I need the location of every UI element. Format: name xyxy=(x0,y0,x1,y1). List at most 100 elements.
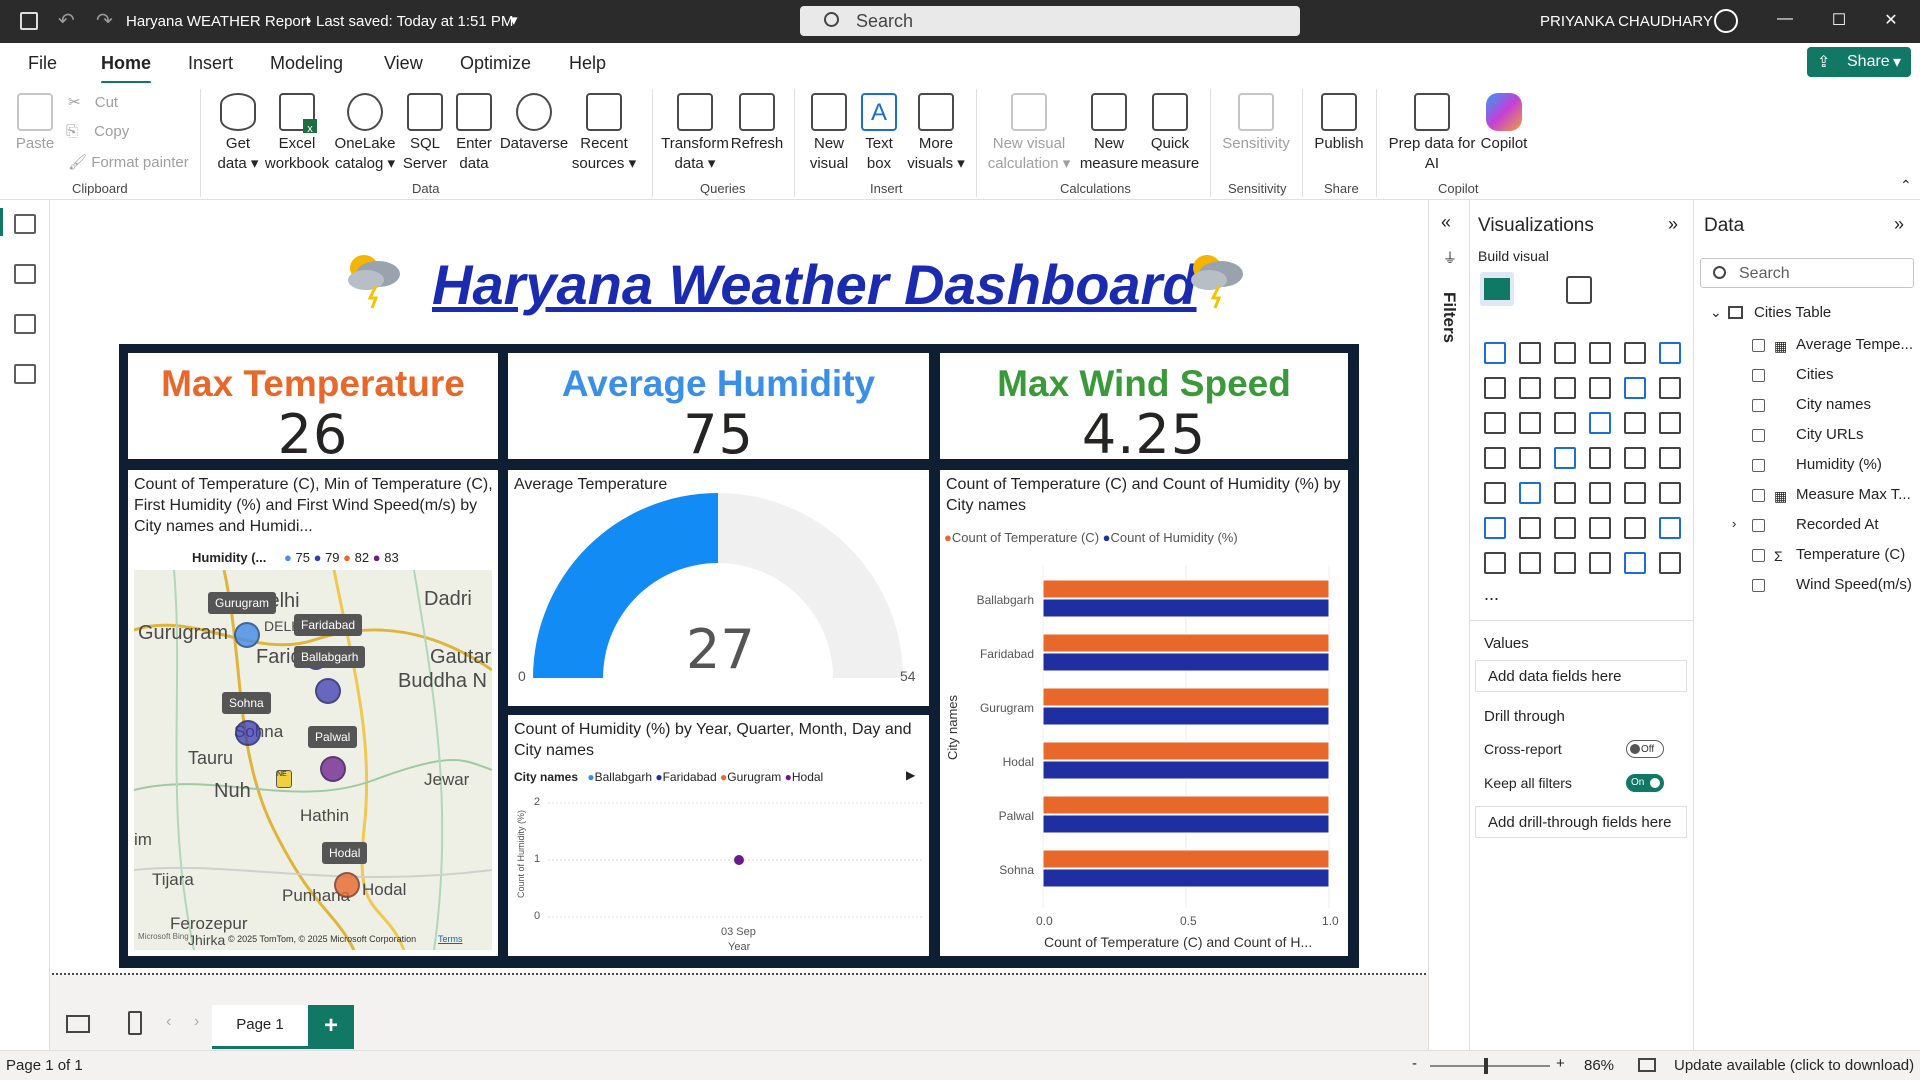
onelake-catalog-button[interactable]: OneLake catalog ▾ xyxy=(330,93,400,174)
treemap-visual-icon[interactable] xyxy=(1484,447,1506,469)
field-checkbox[interactable] xyxy=(1752,549,1765,562)
kpi-visual-icon[interactable] xyxy=(1519,482,1541,504)
line-clustered-visual-icon[interactable] xyxy=(1484,412,1506,434)
donut-visual-icon[interactable] xyxy=(1659,412,1681,434)
map-terms-link[interactable]: Terms xyxy=(438,934,463,944)
drill-through-drop-zone[interactable]: Add drill-through fields here xyxy=(1475,806,1687,838)
diamond-visual-icon[interactable] xyxy=(1624,552,1646,574)
field-recorded-at[interactable]: Recorded At xyxy=(1796,516,1879,533)
cut-button[interactable]: ✂ Cut xyxy=(68,93,118,111)
mobile-layout-icon[interactable] xyxy=(128,1011,142,1035)
stacked-area-visual-icon[interactable] xyxy=(1554,377,1576,399)
slicer-visual-icon[interactable] xyxy=(1554,482,1576,504)
paste-button[interactable]: Paste xyxy=(12,93,58,154)
kpi-max-temperature[interactable]: Max Temperature 26 xyxy=(128,353,498,465)
format-painter-button[interactable]: 🖌 Format painter xyxy=(68,153,189,171)
map-bubble-palwal[interactable] xyxy=(320,756,346,782)
funnel-visual-icon[interactable] xyxy=(1554,412,1576,434)
azure-map-visual-icon[interactable] xyxy=(1589,447,1611,469)
recent-sources-button[interactable]: Recent sources ▾ xyxy=(566,93,642,174)
tab-insert[interactable]: Insert xyxy=(188,53,233,74)
field-checkbox[interactable] xyxy=(1752,339,1765,352)
desktop-layout-icon[interactable] xyxy=(66,1015,90,1033)
search-input[interactable]: Search xyxy=(800,6,1300,36)
new-visual-button[interactable]: New visual xyxy=(804,93,854,174)
line-column-visual-icon[interactable] xyxy=(1659,377,1681,399)
narrative-visual-icon[interactable] xyxy=(1624,517,1646,539)
filled-map-visual-icon[interactable] xyxy=(1554,447,1576,469)
area-visual-icon[interactable] xyxy=(1519,377,1541,399)
ribbon-visual-icon[interactable] xyxy=(1589,377,1611,399)
chevron-down-icon[interactable]: ⌄ xyxy=(1710,304,1722,321)
map-visual-icon[interactable] xyxy=(1519,447,1541,469)
add-page-button[interactable]: + xyxy=(308,1005,354,1049)
chevron-visual-icon[interactable] xyxy=(1659,552,1681,574)
field-wind-speed-m-s-[interactable]: Wind Speed(m/s) xyxy=(1796,576,1912,593)
tab-page-1[interactable]: Page 1 xyxy=(212,1005,308,1049)
filters-pane[interactable]: « ⏚ Filters xyxy=(1428,200,1470,1050)
text-box-button[interactable]: A Text box xyxy=(856,93,902,174)
map-canvas[interactable]: Gurugram Delhi DELHI Dadri Faridab Gauta… xyxy=(134,570,492,950)
table-view-icon[interactable] xyxy=(14,264,36,284)
field-checkbox[interactable] xyxy=(1752,579,1765,592)
copy-button[interactable]: ⎘ Copy xyxy=(66,123,129,140)
dax-query-view-icon[interactable] xyxy=(14,364,36,384)
refresh-button[interactable]: Refresh xyxy=(730,93,784,154)
waterfall-visual-icon[interactable] xyxy=(1624,377,1646,399)
zoom-slider[interactable] xyxy=(1430,1058,1550,1074)
report-view-icon[interactable] xyxy=(14,214,36,234)
map-bubble-ballabgarh[interactable] xyxy=(315,678,341,704)
map-visual[interactable]: Count of Temperature (C), Min of Tempera… xyxy=(128,470,498,956)
ribbon-chart-visual-icon[interactable] xyxy=(1519,412,1541,434)
sensitivity-button[interactable]: Sensitivity xyxy=(1216,93,1296,154)
trophy-visual-icon[interactable] xyxy=(1659,517,1681,539)
tab-file[interactable]: File xyxy=(28,53,57,74)
more-visuals-button[interactable]: More visuals ▾ xyxy=(904,93,968,174)
more-visuals-ellipsis[interactable]: ... xyxy=(1484,584,1499,605)
get-data-button[interactable]: Get data ▾ xyxy=(210,93,266,174)
next-page-icon[interactable]: › xyxy=(194,1013,199,1031)
field-checkbox[interactable] xyxy=(1752,399,1765,412)
field-temperature-c-[interactable]: Temperature (C) xyxy=(1796,546,1905,563)
collapse-ribbon-icon[interactable]: ⌃ xyxy=(1900,177,1912,194)
kpi-average-humidity[interactable]: Average Humidity 75 xyxy=(508,353,929,465)
zoom-out-icon[interactable]: - xyxy=(1412,1055,1417,1072)
key-influencers-visual-icon[interactable] xyxy=(1519,517,1541,539)
power-apps-visual-icon[interactable] xyxy=(1519,552,1541,574)
field-city-urls[interactable]: City URLs xyxy=(1796,426,1864,443)
clustered-bar-visual-icon[interactable] xyxy=(1554,342,1576,364)
map-bubble-sohna[interactable] xyxy=(235,720,261,746)
tab-modeling[interactable]: Modeling xyxy=(270,53,343,74)
map-bubble-gurugram[interactable] xyxy=(234,622,260,648)
prep-data-ai-button[interactable]: Prep data for AI xyxy=(1384,93,1480,174)
field-checkbox[interactable] xyxy=(1752,369,1765,382)
line-visual-icon[interactable] xyxy=(1484,377,1506,399)
qa-visual-icon[interactable] xyxy=(1589,517,1611,539)
metrics-visual-icon[interactable] xyxy=(1589,552,1611,574)
save-icon[interactable] xyxy=(20,12,38,30)
update-available-link[interactable]: Update available (click to download) xyxy=(1674,1057,1914,1074)
transform-data-button[interactable]: Transform data ▾ xyxy=(658,93,732,174)
sql-server-button[interactable]: SQL Server xyxy=(400,93,450,174)
gauge-visual-icon[interactable] xyxy=(1624,447,1646,469)
gauge-visual[interactable]: Average Temperature 27 0 54 xyxy=(508,470,929,706)
scatter-visual[interactable]: Count of Humidity (%) by Year, Quarter, … xyxy=(508,715,929,956)
field-measure-max-t-[interactable]: Measure Max T... xyxy=(1796,486,1911,503)
card-visual-icon[interactable] xyxy=(1659,447,1681,469)
undo-icon[interactable]: ↶ xyxy=(58,8,75,33)
quick-measure-button[interactable]: Quick measure xyxy=(1138,93,1202,174)
excel-workbook-button[interactable]: x Excel workbook xyxy=(262,93,332,174)
zoom-slider-thumb[interactable] xyxy=(1484,1058,1488,1074)
minimize-icon[interactable]: — xyxy=(1774,10,1796,32)
field-cities[interactable]: Cities xyxy=(1796,366,1834,383)
paginated-visual-icon[interactable] xyxy=(1484,552,1506,574)
decomp-tree-visual-icon[interactable] xyxy=(1554,517,1576,539)
tab-view[interactable]: View xyxy=(384,53,423,74)
table-cities[interactable]: Cities Table xyxy=(1754,304,1831,321)
redo-icon[interactable]: ↷ xyxy=(96,8,113,33)
matrix-visual-icon[interactable] xyxy=(1624,482,1646,504)
copilot-button[interactable]: Copilot xyxy=(1476,93,1532,154)
cross-report-toggle[interactable]: Off xyxy=(1626,740,1664,758)
chevron-down-icon[interactable]: ▾ xyxy=(510,11,518,29)
collapse-data-icon[interactable]: » xyxy=(1894,214,1904,235)
